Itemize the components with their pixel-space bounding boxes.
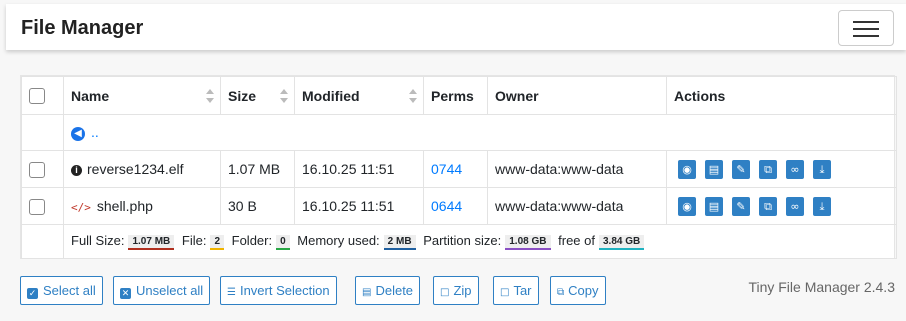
sort-icon bbox=[409, 89, 417, 103]
row-actions: ◉ ▤ ✎ ⧉ ∞ ⤓ bbox=[674, 196, 889, 216]
sort-icon bbox=[206, 89, 214, 103]
summary-row: Full Size: 1.07 MB File: 2 Folder: 0 Memory… bbox=[21, 224, 897, 259]
table-header-row: Name Size Modified Perms Owner Actions bbox=[21, 76, 897, 115]
column-header-size[interactable]: Size bbox=[220, 76, 295, 115]
file-size: 1.07 MB bbox=[220, 150, 295, 188]
delete-button[interactable]: ▤ Delete bbox=[355, 276, 421, 305]
file-perms-link[interactable]: 0744 bbox=[431, 161, 462, 177]
download-icon[interactable]: ⤓ bbox=[813, 196, 831, 216]
view-icon[interactable]: ◉ bbox=[678, 159, 696, 179]
row-checkbox[interactable] bbox=[29, 161, 45, 178]
file-owner: www-data:www-data bbox=[487, 187, 667, 225]
file-modified: 16.10.25 11:51 bbox=[294, 187, 424, 225]
hamburger-icon bbox=[853, 21, 879, 23]
row-checkbox[interactable] bbox=[29, 198, 45, 215]
info-circle-icon: i bbox=[71, 165, 82, 176]
copy-icon: ⧉ bbox=[557, 287, 565, 298]
delete-icon[interactable]: ▤ bbox=[705, 196, 723, 216]
file-name-cell[interactable]: i reverse1234.elf bbox=[63, 150, 221, 188]
top-navbar: File Manager bbox=[6, 4, 906, 50]
direct-link-icon[interactable]: ∞ bbox=[786, 159, 804, 179]
code-icon: </> bbox=[71, 201, 91, 214]
table-row: </> shell.php 30 B 16.10.25 11:51 0644 ww… bbox=[21, 187, 897, 225]
delete-icon[interactable]: ▤ bbox=[705, 159, 723, 179]
version-label: Tiny File Manager 2.4.3 bbox=[748, 279, 895, 295]
download-icon[interactable]: ⤓ bbox=[813, 159, 831, 179]
partition-badge: 1.08 GB bbox=[505, 235, 551, 250]
file-table-card: Name Size Modified Perms Owner Actions ◀… bbox=[20, 75, 897, 259]
copy-button[interactable]: ⧉ Copy bbox=[550, 276, 606, 305]
row-actions: ◉ ▤ ✎ ⧉ ∞ ⤓ bbox=[674, 159, 889, 179]
rename-icon[interactable]: ✎ bbox=[732, 159, 750, 179]
trash-icon: ▤ bbox=[362, 287, 372, 298]
file-zip-icon: □ bbox=[440, 287, 450, 298]
column-header-actions: Actions bbox=[666, 76, 897, 115]
zip-button[interactable]: □ Zip bbox=[433, 276, 479, 305]
direct-link-icon[interactable]: ∞ bbox=[786, 196, 804, 216]
file-size: 30 B bbox=[220, 187, 295, 225]
file-perms-link[interactable]: 0644 bbox=[431, 198, 462, 214]
file-name-cell[interactable]: </> shell.php bbox=[63, 187, 221, 225]
view-icon[interactable]: ◉ bbox=[678, 196, 696, 216]
x-square-icon: ✕ bbox=[120, 288, 131, 299]
copy-icon[interactable]: ⧉ bbox=[759, 159, 777, 179]
column-header-perms: Perms bbox=[423, 76, 488, 115]
select-all-button[interactable]: ✓ Select all bbox=[20, 276, 103, 305]
unselect-all-button[interactable]: ✕ Unselect all bbox=[113, 276, 211, 305]
summary-cell: Full Size: 1.07 MB File: 2 Folder: 0 Memory… bbox=[63, 224, 897, 259]
parent-directory-row: ◀.. bbox=[21, 114, 897, 151]
check-square-icon: ✓ bbox=[27, 288, 38, 299]
file-table: Name Size Modified Perms Owner Actions ◀… bbox=[21, 76, 897, 259]
column-header-owner: Owner bbox=[487, 76, 667, 115]
select-all-checkbox[interactable] bbox=[29, 88, 45, 105]
hamburger-icon bbox=[853, 28, 879, 30]
file-owner: www-data:www-data bbox=[487, 150, 667, 188]
select-all-header[interactable] bbox=[21, 76, 64, 115]
copy-icon[interactable]: ⧉ bbox=[759, 196, 777, 216]
column-header-modified[interactable]: Modified bbox=[294, 76, 424, 115]
tar-button[interactable]: □ Tar bbox=[493, 276, 539, 305]
file-tar-icon: □ bbox=[500, 287, 510, 298]
full-size-badge: 1.07 MB bbox=[128, 235, 175, 250]
column-header-name[interactable]: Name bbox=[63, 76, 221, 115]
file-modified: 16.10.25 11:51 bbox=[294, 150, 424, 188]
arrow-left-circle-icon: ◀ bbox=[71, 126, 85, 141]
folder-count-badge: 0 bbox=[276, 235, 290, 250]
app-title: File Manager bbox=[21, 17, 144, 39]
memory-badge: 2 MB bbox=[383, 235, 416, 250]
free-badge: 3.84 GB bbox=[598, 235, 645, 250]
file-count-badge: 2 bbox=[210, 235, 225, 250]
rename-icon[interactable]: ✎ bbox=[732, 196, 750, 216]
invert-selection-button[interactable]: ☰ Invert Selection bbox=[220, 276, 337, 305]
parent-directory-link[interactable]: ◀.. bbox=[71, 124, 99, 141]
list-icon: ☰ bbox=[227, 287, 236, 298]
table-row: i reverse1234.elf 1.07 MB 16.10.25 11:51 … bbox=[21, 150, 897, 188]
hamburger-icon bbox=[853, 35, 879, 37]
menu-toggle-button[interactable] bbox=[838, 10, 894, 46]
sort-icon bbox=[280, 89, 288, 103]
